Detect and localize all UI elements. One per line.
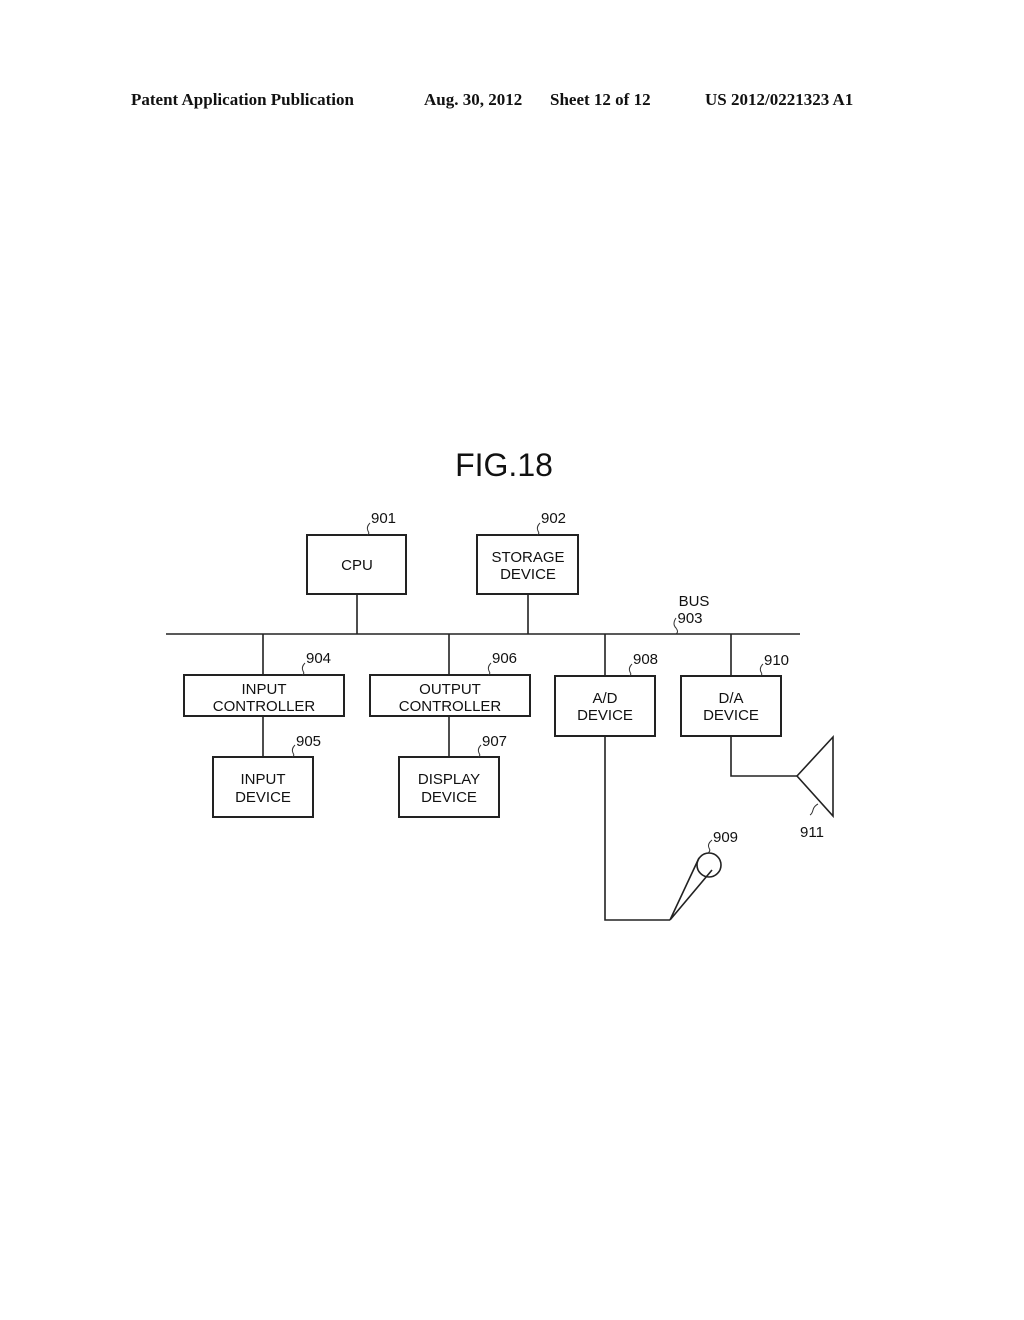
cpu-block: CPU 901 [306,510,407,634]
cpu-ref: 901 [371,510,396,527]
output-controller-label-1: OUTPUT [419,681,481,698]
input-controller-ref: 904 [306,650,331,667]
output-controller-label-2: CONTROLLER [399,698,502,715]
ad-device-block: A/D DEVICE 908 [554,634,658,737]
storage-device-block: STORAGE DEVICE 902 [476,510,579,634]
output-controller-block: OUTPUT CONTROLLER 906 [369,634,531,717]
da-device-block: D/A DEVICE 910 [680,634,789,737]
input-device-ref: 905 [296,733,321,750]
input-device-label-2: DEVICE [235,789,291,806]
cpu-label: CPU [341,557,373,574]
display-device-block: DISPLAY DEVICE 907 [398,716,507,818]
ad-device-label-1: A/D [592,690,617,707]
microphone-icon: 909 [604,736,738,921]
display-device-ref: 907 [482,733,507,750]
speaker-ref: 911 [800,824,824,841]
display-device-label-2: DEVICE [421,789,477,806]
input-controller-block: INPUT CONTROLLER 904 [183,634,345,717]
da-device-label-2: DEVICE [703,707,759,724]
input-controller-label-2: CONTROLLER [213,698,316,715]
input-device-block: INPUT DEVICE 905 [212,716,321,818]
figure-title: FIG.18 [455,447,553,483]
ad-device-ref: 908 [633,651,658,668]
bus-label: BUS [679,593,710,610]
block-diagram: FIG.18 BUS 903 CPU 901 STORAGE DEVICE 90… [166,447,834,921]
speaker-icon: 911 [730,734,834,841]
display-device-label-1: DISPLAY [418,771,480,788]
storage-label-1: STORAGE [491,549,564,566]
storage-ref: 902 [541,510,566,527]
storage-label-2: DEVICE [500,566,556,583]
da-device-label-1: D/A [718,690,743,707]
input-controller-label-1: INPUT [242,681,287,698]
output-controller-ref: 906 [492,650,517,667]
da-device-ref: 910 [764,652,789,669]
input-device-label-1: INPUT [241,771,286,788]
microphone-ref: 909 [713,829,738,846]
ad-device-label-2: DEVICE [577,707,633,724]
bus-ref: 903 [677,610,702,627]
